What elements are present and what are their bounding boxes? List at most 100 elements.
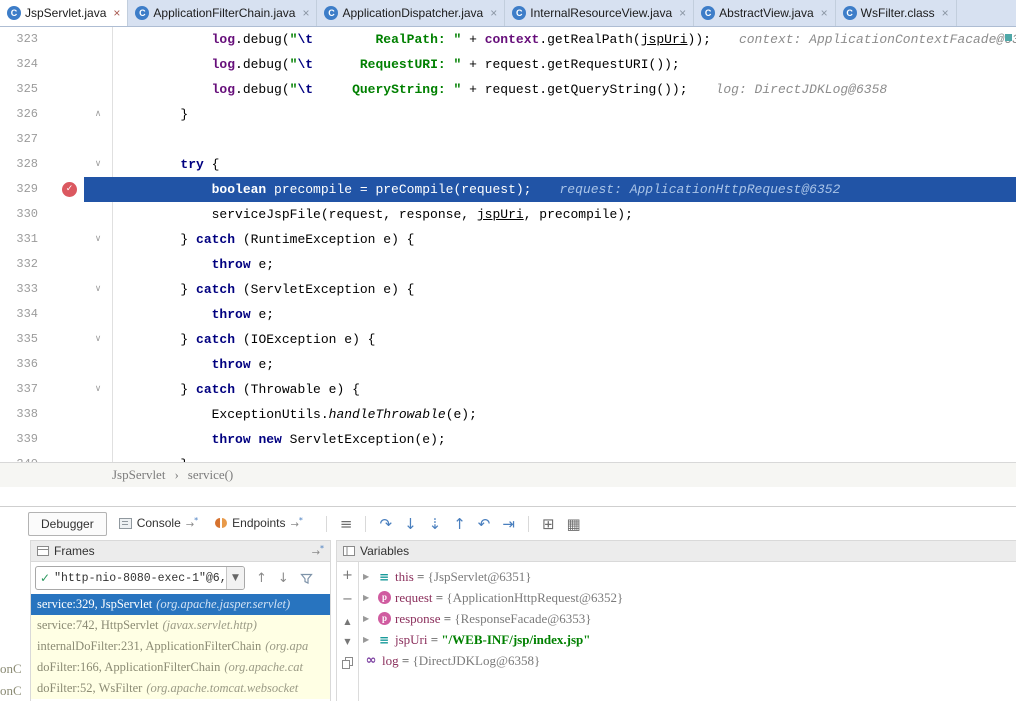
expand-arrow-icon[interactable]: ▶	[363, 593, 376, 602]
line-number[interactable]: 326	[0, 102, 46, 127]
stack-frame[interactable]: doFilter:166, ApplicationFilterChain(org…	[31, 657, 330, 678]
tab-close-icon[interactable]: ×	[113, 6, 120, 20]
line-number[interactable]: 336	[0, 352, 46, 377]
filter-frames-icon[interactable]	[300, 572, 313, 585]
expand-arrow-icon[interactable]: ▶	[363, 635, 376, 644]
code-line[interactable]: 332 throw e;	[0, 252, 1016, 277]
previous-frame-button[interactable]: ↑	[256, 571, 267, 586]
move-up-button[interactable]: ▲	[344, 617, 350, 626]
editor-tab[interactable]: CWsFilter.class×	[836, 0, 957, 26]
code-line[interactable]: 338 ExceptionUtils.handleThrowable(e);	[0, 402, 1016, 427]
tab-close-icon[interactable]: ×	[821, 6, 828, 20]
code-line[interactable]: 330 serviceJspFile(request, response, js…	[0, 202, 1016, 227]
fold-marker-icon[interactable]: ∨	[84, 377, 113, 402]
next-frame-button[interactable]: ↓	[278, 571, 289, 586]
variable-row[interactable]: ▶presponse = {ResponseFacade@6353}	[359, 608, 1016, 629]
code-text: }	[113, 102, 1016, 127]
stack-frame[interactable]: service:742, HttpServlet(javax.servlet.h…	[31, 615, 330, 636]
expand-arrow-icon[interactable]: ▶	[363, 572, 376, 581]
remove-watch-button[interactable]: −	[342, 593, 353, 606]
combo-dropdown-icon[interactable]: ▼	[226, 567, 244, 589]
move-down-button[interactable]: ▼	[344, 637, 350, 646]
code-line[interactable]: 336 throw e;	[0, 352, 1016, 377]
code-line[interactable]: 329✓ boolean precompile = preCompile(req…	[0, 177, 1016, 202]
editor-tab[interactable]: CApplicationDispatcher.java×	[317, 0, 505, 26]
code-line[interactable]: 339 throw new ServletException(e);	[0, 427, 1016, 452]
code-line[interactable]: 324 log.debug("\t RequestURI: " + reques…	[0, 52, 1016, 77]
stack-frame[interactable]: service:329, JspServlet(org.apache.jaspe…	[31, 594, 330, 615]
editor-tab[interactable]: CInternalResourceView.java×	[505, 0, 694, 26]
line-number[interactable]: 327	[0, 127, 46, 152]
code-line[interactable]: 327	[0, 127, 1016, 152]
tool-tab-endpoints[interactable]: Endpoints→*	[214, 516, 303, 530]
variable-row[interactable]: ▶≡this = {JspServlet@6351}	[359, 566, 1016, 587]
line-number[interactable]: 337	[0, 377, 46, 402]
variable-row[interactable]: ▶≡jspUri = "/WEB-INF/jsp/index.jsp"	[359, 629, 1016, 650]
code-line[interactable]: 333∨ } catch (ServletException e) {	[0, 277, 1016, 302]
layout-icon[interactable]: ▦	[567, 514, 581, 534]
duplicate-button[interactable]	[342, 657, 354, 670]
fold-marker-icon[interactable]: ∨	[84, 327, 113, 352]
step-into-icon[interactable]: ↓	[404, 514, 417, 534]
line-number[interactable]: 340	[0, 452, 46, 462]
fold-marker-icon[interactable]: ∨	[84, 227, 113, 252]
line-number[interactable]: 335	[0, 327, 46, 352]
fold-marker-icon[interactable]: ∨	[84, 152, 113, 177]
variable-row[interactable]: ▶prequest = {ApplicationHttpRequest@6352…	[359, 587, 1016, 608]
code-line[interactable]: 323 log.debug("\t RealPath: " + context.…	[0, 27, 1016, 52]
code-line[interactable]: 331∨ } catch (RuntimeException e) {	[0, 227, 1016, 252]
fold-marker-icon[interactable]: ∧	[84, 102, 113, 127]
tab-close-icon[interactable]: ×	[490, 6, 497, 20]
editor-tab[interactable]: CAbstractView.java×	[694, 0, 836, 26]
tab-close-icon[interactable]: ×	[942, 6, 949, 20]
code-line[interactable]: 326 ∧ }	[0, 102, 1016, 127]
code-line[interactable]: 334 throw e;	[0, 302, 1016, 327]
drop-frame-icon[interactable]: ↶	[478, 514, 491, 534]
stack-frame[interactable]: internalDoFilter:231, ApplicationFilterC…	[31, 636, 330, 657]
step-out-icon[interactable]: ↑	[453, 514, 466, 534]
line-number[interactable]: 334	[0, 302, 46, 327]
line-number[interactable]: 329	[0, 177, 46, 202]
code-line[interactable]: 328∨ try {	[0, 152, 1016, 177]
expand-arrow-icon[interactable]: ▶	[363, 614, 376, 623]
editor-tab[interactable]: CApplicationFilterChain.java×	[128, 0, 317, 26]
tool-tab-debugger[interactable]: Debugger	[28, 512, 107, 536]
editor-tab[interactable]: CJspServlet.java×	[0, 0, 128, 26]
tab-close-icon[interactable]: ×	[302, 6, 309, 20]
cropped-text-fragment: onC	[0, 683, 28, 699]
breadcrumb-class[interactable]: JspServlet	[112, 467, 165, 483]
line-number[interactable]: 328	[0, 152, 46, 177]
line-number[interactable]: 330	[0, 202, 46, 227]
thread-selector[interactable]: ✓ "http-nio-8080-exec-1"@6,0... ▼	[35, 566, 245, 590]
line-number[interactable]: 324	[0, 52, 46, 77]
line-number[interactable]: 325	[0, 77, 46, 102]
run-to-cursor-icon[interactable]: ⇥	[502, 514, 515, 534]
code-text: } catch (Throwable e) {	[113, 377, 1016, 402]
code-line[interactable]: 337 ∨ } catch (Throwable e) {	[0, 377, 1016, 402]
line-number[interactable]: 332	[0, 252, 46, 277]
frames-title: Frames	[54, 544, 95, 558]
line-number[interactable]: 323	[0, 27, 46, 52]
step-over-icon[interactable]: ↷	[379, 514, 392, 534]
code-line[interactable]: 340 }	[0, 452, 1016, 462]
code-line[interactable]: 335∨ } catch (IOException e) {	[0, 327, 1016, 352]
code-line[interactable]: 325 log.debug("\t QueryString: " + reque…	[0, 77, 1016, 102]
tab-close-icon[interactable]: ×	[679, 6, 686, 20]
line-number[interactable]: 338	[0, 402, 46, 427]
menu-icon[interactable]: ≡	[340, 514, 353, 534]
tab-arrow-icon[interactable]: →*	[312, 544, 324, 558]
tool-tab-console[interactable]: Console→*	[119, 516, 198, 530]
table-icon[interactable]: ⊞	[542, 514, 555, 534]
line-number[interactable]: 331	[0, 227, 46, 252]
inspection-indicator-icon[interactable]	[1005, 34, 1012, 41]
line-number[interactable]: 339	[0, 427, 46, 452]
line-number[interactable]: 333	[0, 277, 46, 302]
breakpoint-icon[interactable]: ✓	[62, 182, 77, 197]
stack-frame[interactable]: doFilter:52, WsFilter(org.apache.tomcat.…	[31, 678, 330, 699]
editor[interactable]: 323 log.debug("\t RealPath: " + context.…	[0, 27, 1016, 462]
fold-marker-icon[interactable]: ∨	[84, 277, 113, 302]
add-watch-button[interactable]: +	[342, 569, 353, 582]
force-step-into-icon[interactable]: ⇣	[429, 514, 442, 534]
variable-row[interactable]: ∞log = {DirectJDKLog@6358}	[359, 650, 1016, 671]
breadcrumb-method[interactable]: service()	[188, 467, 233, 483]
